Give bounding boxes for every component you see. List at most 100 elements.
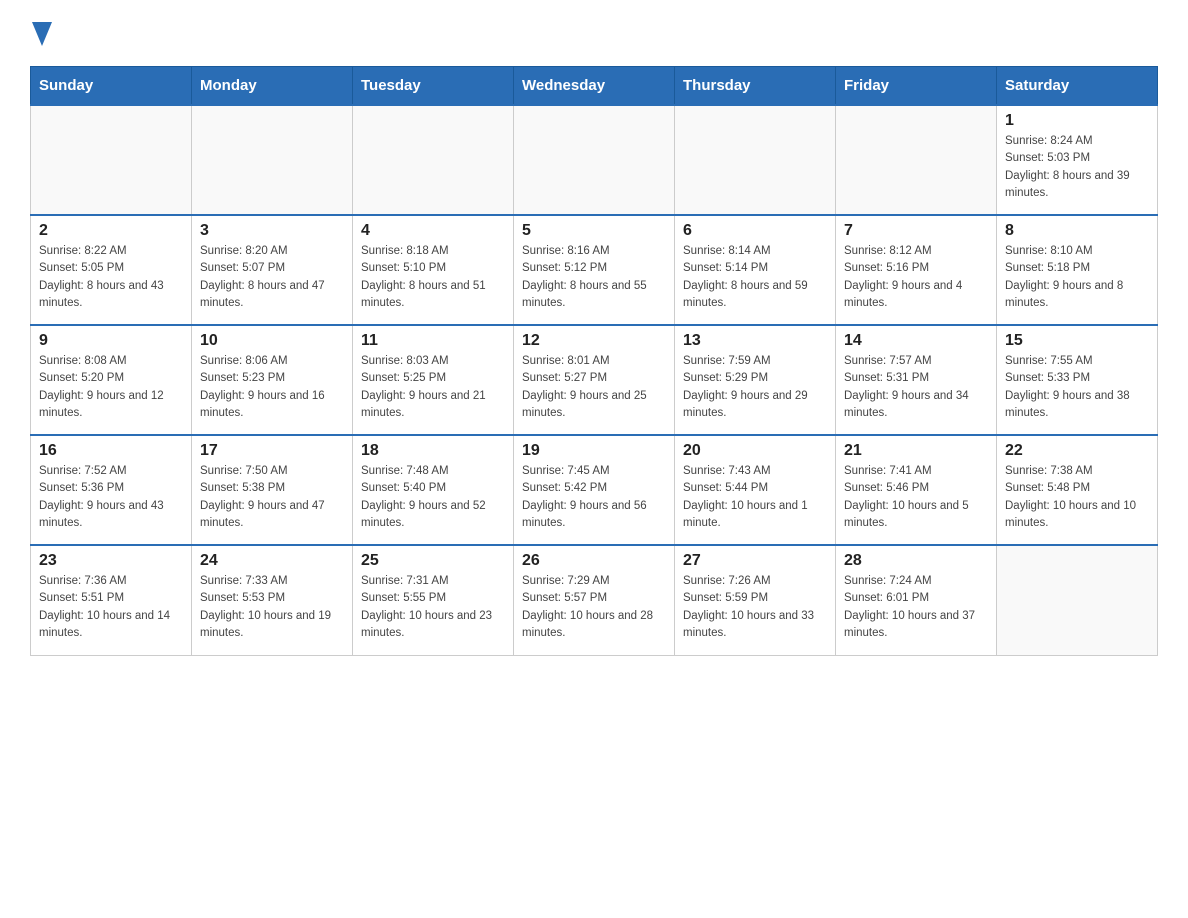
day-info: Sunrise: 7:26 AM Sunset: 5:59 PM Dayligh… <box>683 573 827 642</box>
day-number: 3 <box>200 222 344 240</box>
day-of-week-header: Saturday <box>997 67 1158 106</box>
day-number: 19 <box>522 442 666 460</box>
calendar-cell: 22 Sunrise: 7:38 AM Sunset: 5:48 PM Dayli… <box>997 435 1158 545</box>
day-number: 6 <box>683 222 827 240</box>
day-info: Sunrise: 8:08 AM Sunset: 5:20 PM Dayligh… <box>39 353 183 422</box>
day-number: 22 <box>1005 442 1149 460</box>
day-info: Sunrise: 8:22 AM Sunset: 5:05 PM Dayligh… <box>39 243 183 312</box>
day-info: Sunrise: 7:24 AM Sunset: 6:01 PM Dayligh… <box>844 573 988 642</box>
day-number: 28 <box>844 552 988 570</box>
page-header <box>30 20 1158 46</box>
day-number: 20 <box>683 442 827 460</box>
calendar-cell: 11 Sunrise: 8:03 AM Sunset: 5:25 PM Dayli… <box>353 325 514 435</box>
calendar-cell <box>31 105 192 215</box>
day-number: 2 <box>39 222 183 240</box>
day-info: Sunrise: 8:18 AM Sunset: 5:10 PM Dayligh… <box>361 243 505 312</box>
day-number: 8 <box>1005 222 1149 240</box>
day-info: Sunrise: 7:36 AM Sunset: 5:51 PM Dayligh… <box>39 573 183 642</box>
calendar-cell <box>514 105 675 215</box>
day-of-week-header: Monday <box>192 67 353 106</box>
calendar-cell: 13 Sunrise: 7:59 AM Sunset: 5:29 PM Dayli… <box>675 325 836 435</box>
day-number: 17 <box>200 442 344 460</box>
calendar-cell: 24 Sunrise: 7:33 AM Sunset: 5:53 PM Dayli… <box>192 545 353 655</box>
day-number: 5 <box>522 222 666 240</box>
calendar-cell: 25Sunrise: 7:31 AM Sunset: 5:55 PM Dayli… <box>353 545 514 655</box>
day-number: 9 <box>39 332 183 350</box>
day-info: Sunrise: 8:10 AM Sunset: 5:18 PM Dayligh… <box>1005 243 1149 312</box>
logo <box>30 20 52 46</box>
calendar-cell: 16 Sunrise: 7:52 AM Sunset: 5:36 PM Dayli… <box>31 435 192 545</box>
day-of-week-header: Sunday <box>31 67 192 106</box>
calendar-body: 1 Sunrise: 8:24 AM Sunset: 5:03 PM Daylig… <box>31 105 1158 655</box>
calendar-cell <box>675 105 836 215</box>
calendar-cell: 7 Sunrise: 8:12 AM Sunset: 5:16 PM Daylig… <box>836 215 997 325</box>
day-number: 23 <box>39 552 183 570</box>
day-number: 10 <box>200 332 344 350</box>
calendar-cell: 12 Sunrise: 8:01 AM Sunset: 5:27 PM Dayli… <box>514 325 675 435</box>
day-info: Sunrise: 7:45 AM Sunset: 5:42 PM Dayligh… <box>522 463 666 532</box>
day-number: 4 <box>361 222 505 240</box>
day-of-week-header: Friday <box>836 67 997 106</box>
day-info: Sunrise: 7:52 AM Sunset: 5:36 PM Dayligh… <box>39 463 183 532</box>
day-number: 26 <box>522 552 666 570</box>
day-info: Sunrise: 7:38 AM Sunset: 5:48 PM Dayligh… <box>1005 463 1149 532</box>
day-number: 18 <box>361 442 505 460</box>
day-number: 16 <box>39 442 183 460</box>
day-info: Sunrise: 7:41 AM Sunset: 5:46 PM Dayligh… <box>844 463 988 532</box>
calendar-cell: 6 Sunrise: 8:14 AM Sunset: 5:14 PM Daylig… <box>675 215 836 325</box>
day-number: 12 <box>522 332 666 350</box>
logo-triangle-icon <box>32 22 52 46</box>
calendar-cell: 27 Sunrise: 7:26 AM Sunset: 5:59 PM Dayli… <box>675 545 836 655</box>
day-of-week-header: Tuesday <box>353 67 514 106</box>
day-info: Sunrise: 8:14 AM Sunset: 5:14 PM Dayligh… <box>683 243 827 312</box>
calendar-cell <box>836 105 997 215</box>
calendar-cell: 8 Sunrise: 8:10 AM Sunset: 5:18 PM Daylig… <box>997 215 1158 325</box>
day-number: 24 <box>200 552 344 570</box>
day-info: Sunrise: 8:06 AM Sunset: 5:23 PM Dayligh… <box>200 353 344 422</box>
day-info: Sunrise: 7:48 AM Sunset: 5:40 PM Dayligh… <box>361 463 505 532</box>
calendar-cell: 23 Sunrise: 7:36 AM Sunset: 5:51 PM Dayli… <box>31 545 192 655</box>
day-number: 21 <box>844 442 988 460</box>
day-number: 15 <box>1005 332 1149 350</box>
day-info: Sunrise: 7:57 AM Sunset: 5:31 PM Dayligh… <box>844 353 988 422</box>
day-info: Sunrise: 7:59 AM Sunset: 5:29 PM Dayligh… <box>683 353 827 422</box>
day-info: Sunrise: 8:01 AM Sunset: 5:27 PM Dayligh… <box>522 353 666 422</box>
calendar-cell: 21 Sunrise: 7:41 AM Sunset: 5:46 PM Dayli… <box>836 435 997 545</box>
day-info: Sunrise: 8:24 AM Sunset: 5:03 PM Dayligh… <box>1005 133 1149 202</box>
week-row: 2 Sunrise: 8:22 AM Sunset: 5:05 PM Daylig… <box>31 215 1158 325</box>
calendar-cell: 10 Sunrise: 8:06 AM Sunset: 5:23 PM Dayli… <box>192 325 353 435</box>
day-number: 7 <box>844 222 988 240</box>
calendar-cell: 3Sunrise: 8:20 AM Sunset: 5:07 PM Daylig… <box>192 215 353 325</box>
day-number: 11 <box>361 332 505 350</box>
calendar-cell: 20 Sunrise: 7:43 AM Sunset: 5:44 PM Dayli… <box>675 435 836 545</box>
calendar-cell: 4 Sunrise: 8:18 AM Sunset: 5:10 PM Daylig… <box>353 215 514 325</box>
calendar-cell: 19 Sunrise: 7:45 AM Sunset: 5:42 PM Dayli… <box>514 435 675 545</box>
days-of-week-row: SundayMondayTuesdayWednesdayThursdayFrid… <box>31 67 1158 106</box>
calendar-cell: 2 Sunrise: 8:22 AM Sunset: 5:05 PM Daylig… <box>31 215 192 325</box>
day-of-week-header: Wednesday <box>514 67 675 106</box>
day-number: 1 <box>1005 112 1149 130</box>
week-row: 9 Sunrise: 8:08 AM Sunset: 5:20 PM Daylig… <box>31 325 1158 435</box>
calendar-cell: 9 Sunrise: 8:08 AM Sunset: 5:20 PM Daylig… <box>31 325 192 435</box>
calendar-cell: 5Sunrise: 8:16 AM Sunset: 5:12 PM Daylig… <box>514 215 675 325</box>
day-info: Sunrise: 8:03 AM Sunset: 5:25 PM Dayligh… <box>361 353 505 422</box>
day-info: Sunrise: 7:50 AM Sunset: 5:38 PM Dayligh… <box>200 463 344 532</box>
day-number: 13 <box>683 332 827 350</box>
week-row: 23 Sunrise: 7:36 AM Sunset: 5:51 PM Dayli… <box>31 545 1158 655</box>
calendar-cell: 26Sunrise: 7:29 AM Sunset: 5:57 PM Dayli… <box>514 545 675 655</box>
calendar-cell <box>997 545 1158 655</box>
calendar-cell: 28 Sunrise: 7:24 AM Sunset: 6:01 PM Dayli… <box>836 545 997 655</box>
day-info: Sunrise: 8:12 AM Sunset: 5:16 PM Dayligh… <box>844 243 988 312</box>
week-row: 16 Sunrise: 7:52 AM Sunset: 5:36 PM Dayli… <box>31 435 1158 545</box>
day-number: 14 <box>844 332 988 350</box>
day-info: Sunrise: 7:31 AM Sunset: 5:55 PM Dayligh… <box>361 573 505 642</box>
calendar-cell: 1 Sunrise: 8:24 AM Sunset: 5:03 PM Daylig… <box>997 105 1158 215</box>
day-number: 27 <box>683 552 827 570</box>
day-info: Sunrise: 7:43 AM Sunset: 5:44 PM Dayligh… <box>683 463 827 532</box>
calendar-cell: 18 Sunrise: 7:48 AM Sunset: 5:40 PM Dayli… <box>353 435 514 545</box>
calendar-table: SundayMondayTuesdayWednesdayThursdayFrid… <box>30 66 1158 656</box>
week-row: 1 Sunrise: 8:24 AM Sunset: 5:03 PM Daylig… <box>31 105 1158 215</box>
calendar-cell: 14 Sunrise: 7:57 AM Sunset: 5:31 PM Dayli… <box>836 325 997 435</box>
day-info: Sunrise: 7:33 AM Sunset: 5:53 PM Dayligh… <box>200 573 344 642</box>
day-info: Sunrise: 7:55 AM Sunset: 5:33 PM Dayligh… <box>1005 353 1149 422</box>
